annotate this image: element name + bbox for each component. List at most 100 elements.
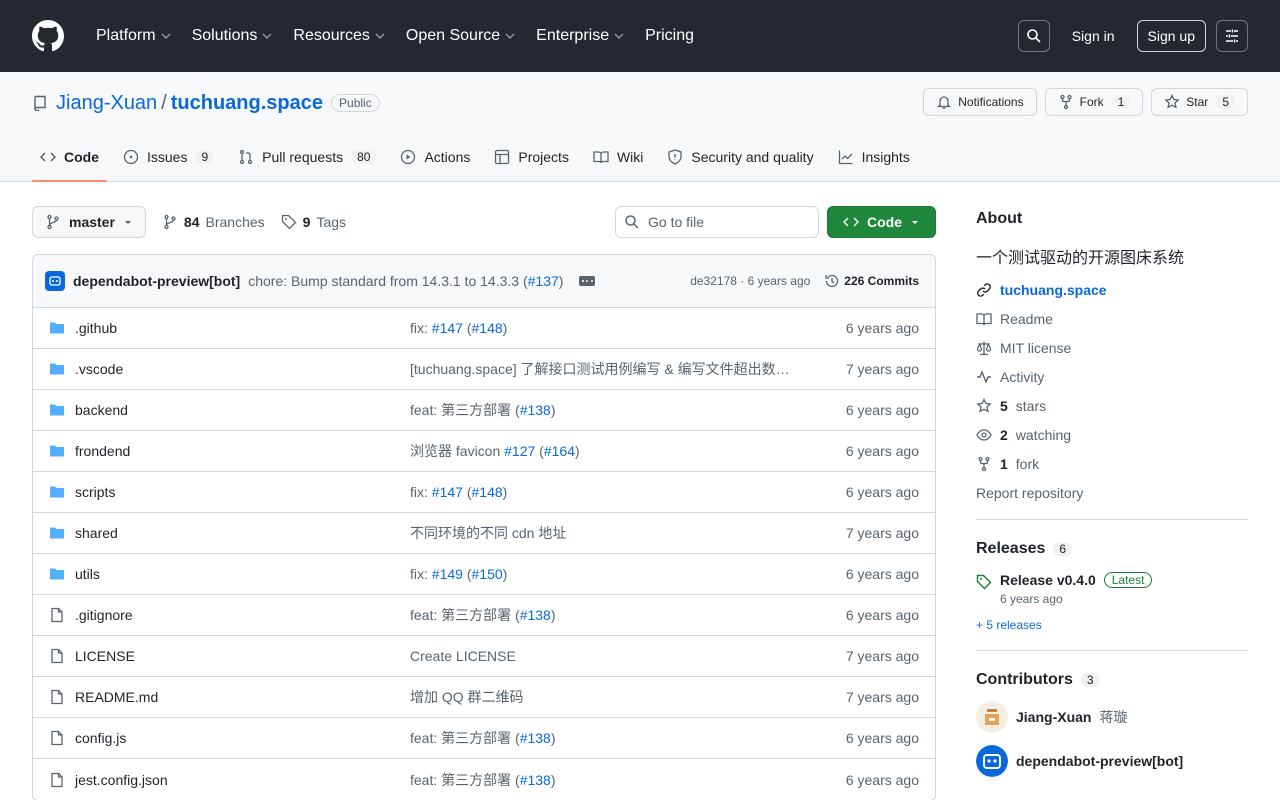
code-dropdown-button[interactable]: Code <box>827 206 936 238</box>
tab-security[interactable]: Security and quality <box>659 133 821 181</box>
bot-avatar[interactable] <box>45 271 65 291</box>
latest-release[interactable]: Release v0.4.0 Latest 6 years ago <box>976 572 1248 606</box>
msg-link[interactable]: #149 <box>432 566 463 582</box>
file-commit-message[interactable]: fix: #149 (#150) <box>410 566 846 582</box>
contributor-item[interactable]: dependabot-preview[bot] <box>976 745 1248 777</box>
commit-author[interactable]: dependabot-preview[bot] <box>73 273 240 289</box>
nav-platform[interactable]: Platform <box>88 20 180 52</box>
github-logo-icon[interactable] <box>32 20 64 52</box>
table-row[interactable]: LICENSE Create LICENSE 7 years ago <box>33 636 935 677</box>
msg-link[interactable]: #127 <box>504 443 535 459</box>
tab-code[interactable]: Code <box>32 133 107 182</box>
star-button[interactable]: Star 5 <box>1151 88 1248 116</box>
msg-link[interactable]: #138 <box>520 402 551 418</box>
msg-link[interactable]: #147 <box>432 320 463 336</box>
msg-link[interactable]: #147 <box>432 484 463 500</box>
repo-name-link[interactable]: tuchuang.space <box>171 92 323 115</box>
nav-enterprise[interactable]: Enterprise <box>528 20 633 52</box>
more-releases-link[interactable]: + 5 releases <box>976 618 1248 632</box>
contributors-heading[interactable]: Contributors 3 <box>976 671 1248 689</box>
file-commit-message[interactable]: 不同环境的不同 cdn 地址 <box>410 523 846 543</box>
branch-selector[interactable]: master <box>32 206 146 238</box>
table-row[interactable]: .vscode [tuchuang.space] 了解接口测试用例编写 & 编写文… <box>33 349 935 390</box>
sign-up-button[interactable]: Sign up <box>1136 20 1206 52</box>
license-link[interactable]: MIT license <box>976 340 1248 356</box>
tab-issues[interactable]: Issues 9 <box>115 133 222 181</box>
stars-link[interactable]: 5 stars <box>976 398 1248 414</box>
contributor-item[interactable]: Jiang-Xuan 蒋璇 <box>976 701 1248 733</box>
msg-link[interactable]: #138 <box>520 607 551 623</box>
file-commit-message[interactable]: feat: 第三方部署 (#138) <box>410 728 846 748</box>
commits-link[interactable]: 226 Commits <box>824 273 919 289</box>
commit-sha-time[interactable]: de32178 · 6 years ago <box>690 274 810 288</box>
nav-pricing[interactable]: Pricing <box>637 20 702 52</box>
file-commit-message[interactable]: [tuchuang.space] 了解接口测试用例编写 & 编写文件超出数… <box>410 359 846 379</box>
file-name[interactable]: frondend <box>75 443 130 459</box>
watching-link[interactable]: 2 watching <box>976 427 1248 443</box>
msg-link[interactable]: #138 <box>520 730 551 746</box>
commit-message[interactable]: chore: Bump standard from 14.3.1 to 14.3… <box>248 273 563 289</box>
file-name[interactable]: config.js <box>75 730 126 746</box>
sign-in-link[interactable]: Sign in <box>1060 28 1127 44</box>
file-name[interactable]: backend <box>75 402 128 418</box>
file-commit-message[interactable]: feat: 第三方部署 (#138) <box>410 770 846 790</box>
tab-actions[interactable]: Actions <box>392 133 478 181</box>
file-name[interactable]: .vscode <box>75 361 123 377</box>
file-name[interactable]: utils <box>75 566 100 582</box>
table-row[interactable]: backend feat: 第三方部署 (#138) 6 years ago <box>33 390 935 431</box>
file-name[interactable]: shared <box>75 525 118 541</box>
msg-link[interactable]: #148 <box>472 484 503 500</box>
file-name[interactable]: scripts <box>75 484 115 500</box>
table-row[interactable]: shared 不同环境的不同 cdn 地址 7 years ago <box>33 513 935 554</box>
table-row[interactable]: config.js feat: 第三方部署 (#138) 6 years ago <box>33 718 935 759</box>
commit-pr-link[interactable]: #137 <box>528 273 559 289</box>
readme-link[interactable]: Readme <box>976 311 1248 327</box>
file-commit-message[interactable]: feat: 第三方部署 (#138) <box>410 400 846 420</box>
file-name[interactable]: .github <box>75 320 117 336</box>
file-commit-message[interactable]: 增加 QQ 群二维码 <box>410 687 846 707</box>
fork-button[interactable]: Fork 1 <box>1044 88 1144 116</box>
table-row[interactable]: jest.config.json feat: 第三方部署 (#138) 6 year… <box>33 759 935 800</box>
table-row[interactable]: scripts fix: #147 (#148) 6 years ago <box>33 472 935 513</box>
branches-link[interactable]: 84 Branches <box>162 214 265 230</box>
tab-insights[interactable]: Insights <box>830 133 918 181</box>
msg-link[interactable]: #150 <box>472 566 503 582</box>
msg-link[interactable]: #138 <box>520 772 551 788</box>
msg-link[interactable]: #148 <box>472 320 503 336</box>
table-row[interactable]: README.md 增加 QQ 群二维码 7 years ago <box>33 677 935 718</box>
website-link[interactable]: tuchuang.space <box>976 282 1248 298</box>
file-commit-message[interactable]: fix: #147 (#148) <box>410 484 846 500</box>
website-url[interactable]: tuchuang.space <box>1000 282 1107 298</box>
nav-resources[interactable]: Resources <box>285 20 393 52</box>
nav-solutions[interactable]: Solutions <box>184 20 282 52</box>
tags-link[interactable]: 9 Tags <box>281 214 346 230</box>
tab-projects[interactable]: Projects <box>486 133 577 181</box>
notifications-button[interactable]: Notifications <box>923 88 1037 116</box>
more-releases-text[interactable]: + 5 releases <box>976 618 1042 632</box>
file-commit-message[interactable]: 浏览器 favicon #127 (#164) <box>410 441 846 461</box>
table-row[interactable]: .gitignore feat: 第三方部署 (#138) 6 years ago <box>33 595 935 636</box>
file-commit-message[interactable]: feat: 第三方部署 (#138) <box>410 605 846 625</box>
table-row[interactable]: frondend 浏览器 favicon #127 (#164) 6 years a… <box>33 431 935 472</box>
report-repository-link[interactable]: Report repository <box>976 485 1248 501</box>
go-to-file-input[interactable]: Go to file <box>615 206 819 238</box>
table-row[interactable]: .github fix: #147 (#148) 6 years ago <box>33 308 935 349</box>
file-commit-message[interactable]: Create LICENSE <box>410 648 846 664</box>
tab-wiki[interactable]: Wiki <box>585 133 651 181</box>
releases-heading[interactable]: Releases 6 <box>976 540 1248 558</box>
search-button[interactable] <box>1017 20 1050 52</box>
file-commit-message[interactable]: fix: #147 (#148) <box>410 320 846 336</box>
forks-link[interactable]: 1 fork <box>976 456 1248 472</box>
tab-pull-requests[interactable]: Pull requests 80 <box>230 133 384 181</box>
file-name[interactable]: .gitignore <box>75 607 133 623</box>
msg-link[interactable]: #164 <box>544 443 575 459</box>
repo-owner-link[interactable]: Jiang-Xuan <box>56 92 157 115</box>
table-row[interactable]: utils fix: #149 (#150) 6 years ago <box>33 554 935 595</box>
nav-open-source[interactable]: Open Source <box>398 20 524 52</box>
activity-link[interactable]: Activity <box>976 369 1248 385</box>
file-name[interactable]: README.md <box>75 689 158 705</box>
menu-button[interactable] <box>1216 20 1248 52</box>
expand-commit-button[interactable] <box>579 276 596 286</box>
file-name[interactable]: LICENSE <box>75 648 135 664</box>
file-name[interactable]: jest.config.json <box>75 772 168 788</box>
